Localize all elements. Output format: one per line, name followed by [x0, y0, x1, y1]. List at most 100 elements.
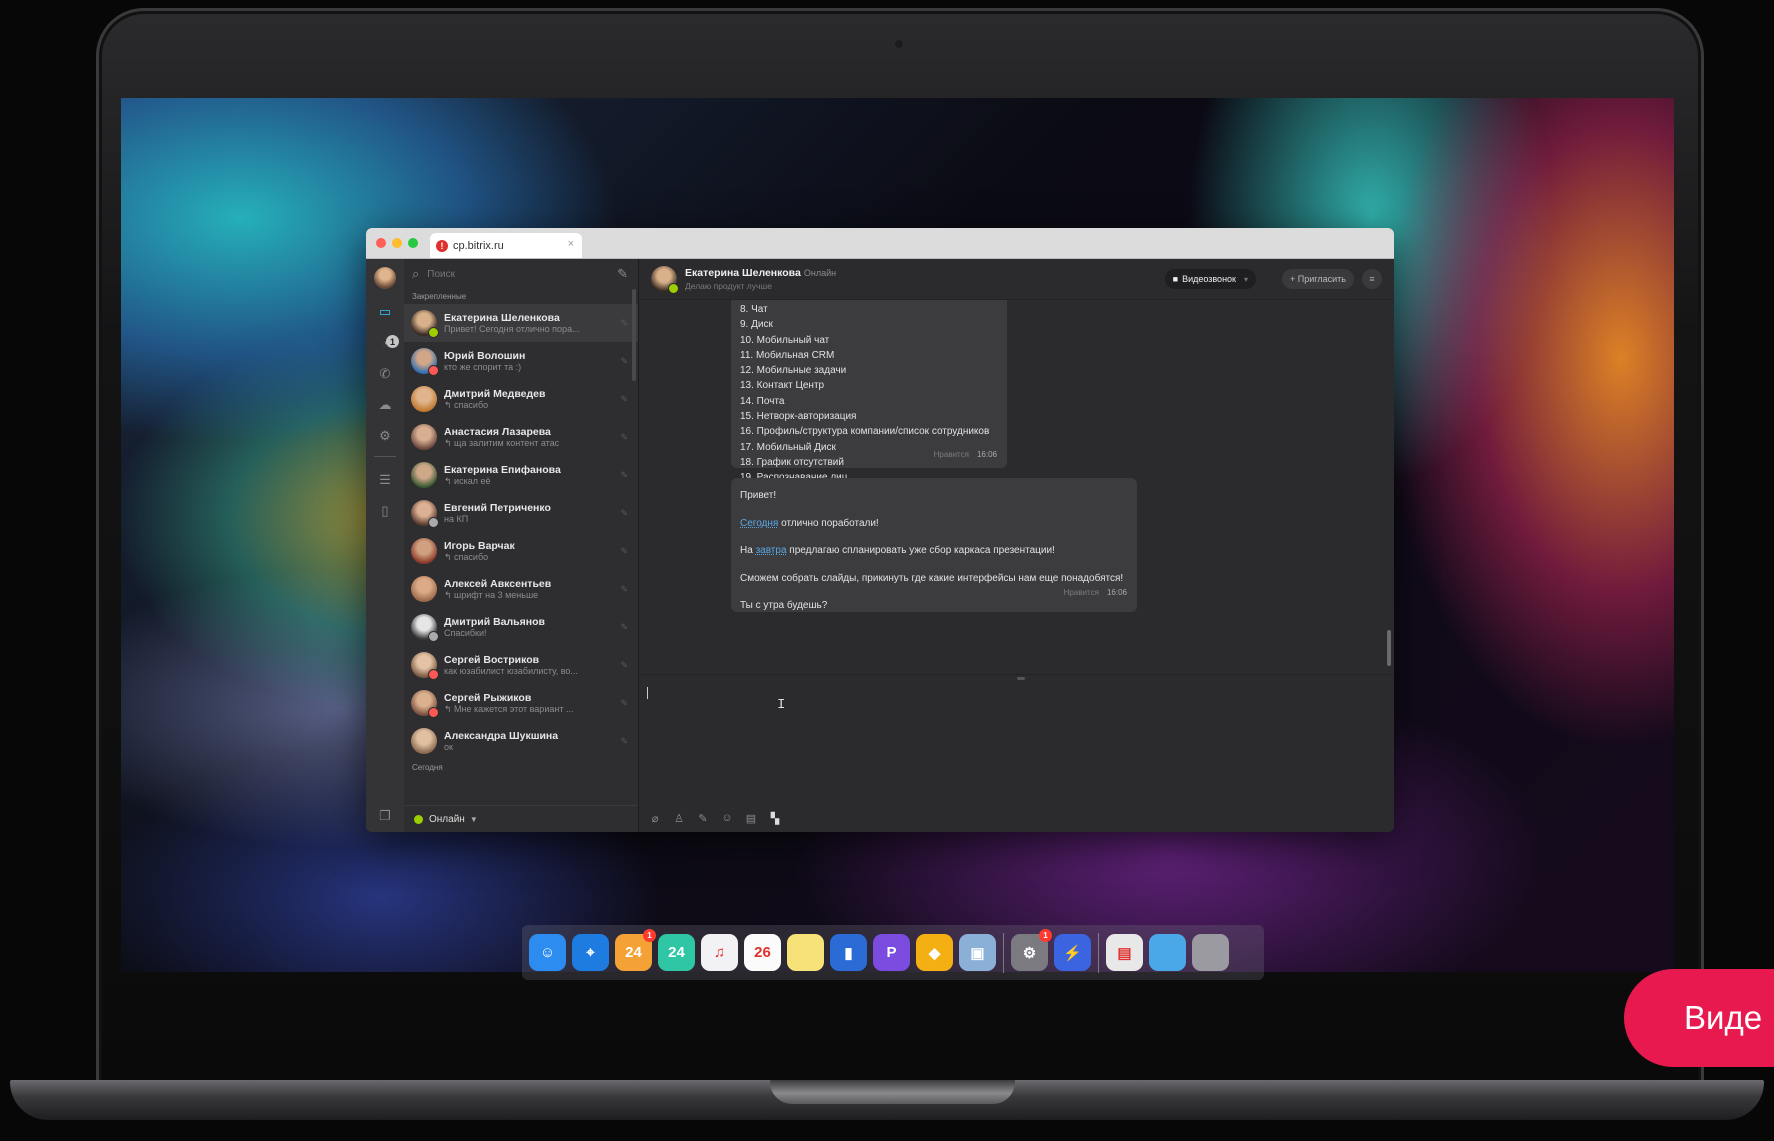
tab-title: cp.bitrix.ru [453, 239, 504, 252]
chat-bubbles-icon[interactable]: ▚ [767, 810, 783, 826]
reply-line-3: На завтра предлагаю спланировать уже сбо… [740, 537, 1128, 565]
notes-app-icon[interactable] [787, 934, 824, 971]
chat-list-item[interactable]: Екатерина Шеленкова Привет! Сегодня отлич… [404, 304, 638, 342]
dialog-menu-button[interactable]: ≡ [1362, 269, 1382, 289]
message-bubble-reply: Привет! Сегодня отлично поработали! На з… [731, 478, 1137, 612]
dock-glyph: ▣ [970, 944, 985, 962]
chat-list-item[interactable]: Юрий Волошин кто же спорит та :) ✎ [404, 342, 638, 380]
dock: ☺ ⌖ 24 1 24 ♫ 26 ▮ P ◆ ▣ ⚙ 1 ⚡ ▤ [522, 925, 1264, 980]
chat-list-item[interactable]: Евгений Петриченко на КП ✎ [404, 494, 638, 532]
pin-icon[interactable]: ✎ [620, 394, 628, 405]
tasks-icon[interactable]: ☰ [376, 472, 394, 488]
trash-icon[interactable] [1192, 934, 1229, 971]
pin-icon[interactable]: ✎ [620, 318, 628, 329]
messenger-app: ▭ ◔ 1 ✆ ☁ ⚙ ☰ ▯ ❐ ⌕ ✎ Закрепленные Екате… [366, 259, 1394, 832]
chat-icon[interactable]: ▭ [376, 304, 394, 320]
invite-button[interactable]: + Пригласить [1282, 269, 1354, 289]
close-window-button[interactable] [376, 238, 386, 248]
chat-list-scrollbar[interactable] [632, 289, 636, 381]
pin-icon[interactable]: ✎ [620, 736, 628, 747]
finder-app-icon[interactable]: ☺ [529, 934, 566, 971]
status-label: Онлайн [429, 813, 465, 825]
message-feed-scrollbar[interactable] [1387, 630, 1391, 666]
minimize-window-button[interactable] [392, 238, 402, 248]
date-link-today[interactable]: Сегодня [740, 518, 778, 529]
avatar [411, 728, 437, 754]
laptop-lip [770, 1080, 1015, 1104]
safari-app-icon[interactable]: ⌖ [572, 934, 609, 971]
windows-icon[interactable]: ❐ [379, 808, 391, 824]
phone-icon[interactable]: ✆ [376, 366, 394, 382]
zoom-window-button[interactable] [408, 238, 418, 248]
chat-items: Екатерина Шеленкова Привет! Сегодня отлич… [404, 304, 638, 760]
document-icon[interactable]: ▤ [743, 810, 759, 826]
pin-icon[interactable]: ✎ [620, 660, 628, 671]
status-footer[interactable]: Онлайн ▼ [404, 805, 638, 832]
document-app-icon[interactable]: ▤ [1106, 934, 1143, 971]
bookmark-icon[interactable]: ▯ [376, 503, 394, 519]
reply-greeting: Привет! [740, 490, 777, 501]
pixave-app-icon[interactable]: P [873, 934, 910, 971]
video-call-button[interactable]: ■ Видеозвонок ▾ [1164, 269, 1256, 289]
like-link[interactable]: Нравится [1064, 588, 1099, 597]
smile-icon[interactable]: ☺ [719, 810, 735, 826]
calendar-app-icon[interactable]: 26 [744, 934, 781, 971]
attach-icon[interactable]: ⌀ [647, 810, 663, 826]
keynote-app-icon[interactable]: ▮ [830, 934, 867, 971]
pin-icon[interactable]: ✎ [620, 622, 628, 633]
chat-list-item[interactable]: Анастасия Лазарева ↰ ща залитим контент а… [404, 418, 638, 456]
chat-list-item[interactable]: Сергей Рыжиков ↰ Мне кажется этот вариант… [404, 684, 638, 722]
bitrix24-app-icon[interactable]: 24 [658, 934, 695, 971]
reply-line-3-pre: На [740, 545, 756, 556]
dialog-name[interactable]: Екатерина Шеленкова [685, 267, 801, 279]
pin-icon[interactable]: ✎ [620, 432, 628, 443]
compose-icon[interactable]: ✎ [617, 266, 628, 282]
settings-icon[interactable]: ⚙ [376, 428, 394, 444]
chevron-down-icon[interactable]: ▾ [1244, 275, 1248, 284]
chat-name: Сергей Востриков [444, 654, 540, 666]
chat-last-message: ↰ Мне кажется этот вариант ... [444, 703, 574, 714]
chat-list-item[interactable]: Алексей Авксентьев ↰ шрифт на 3 меньше ✎ [404, 570, 638, 608]
chat-list-item[interactable]: Александра Шукшина ок ✎ [404, 722, 638, 760]
music-app-icon[interactable]: ♫ [701, 934, 738, 971]
chat-list-item[interactable]: Дмитрий Медведев ↰ спасибо ✎ [404, 380, 638, 418]
pin-icon[interactable]: ✎ [620, 356, 628, 367]
message-list-line: 13. Контакт Центр [740, 380, 825, 392]
dialog-avatar[interactable] [651, 266, 679, 294]
cloud-icon[interactable]: ☁ [376, 397, 394, 413]
system-preferences-app-icon[interactable]: ⚙ 1 [1011, 929, 1052, 971]
reeder-app-icon[interactable]: ⚡ [1054, 934, 1091, 971]
my-avatar[interactable] [374, 267, 396, 289]
resize-handle[interactable] [1016, 677, 1025, 680]
pin-icon[interactable]: ✎ [620, 470, 628, 481]
downloads-folder-icon[interactable] [1149, 934, 1186, 971]
tab-close-icon[interactable]: × [568, 238, 574, 250]
message-list-line: 14. Почта [740, 395, 785, 407]
message-bubble-list: 8. Чат 9. Диск 10. Мобильный чат 11. Мобиль… [731, 300, 1007, 483]
edit-icon[interactable]: ✎ [695, 810, 711, 826]
user-icon[interactable]: ♙ [671, 810, 687, 826]
pin-icon[interactable]: ✎ [620, 508, 628, 519]
like-link[interactable]: Нравится [934, 450, 969, 459]
section-pinned: Закрепленные [412, 292, 467, 301]
chat-list-item[interactable]: Дмитрий Вальянов Спасибки! ✎ [404, 608, 638, 646]
sketch-app-icon[interactable]: ◆ [916, 934, 953, 971]
notifications-icon[interactable]: ◔ 1 [376, 335, 399, 351]
input-toolbar: ⌀ ♙ ✎ ☺ ▤ ▚ [647, 810, 791, 826]
search-input[interactable] [425, 267, 580, 281]
chat-list-item[interactable]: Екатерина Епифанова ↰ искал её ✎ [404, 456, 638, 494]
video-button[interactable]: Виде [1624, 969, 1774, 1067]
pin-icon[interactable]: ✎ [620, 584, 628, 595]
chat-name: Александра Шукшина [444, 730, 559, 742]
preview-app-icon[interactable]: ▣ [959, 934, 996, 971]
bitrix24-chat-app-icon[interactable]: 24 1 [615, 929, 656, 971]
dialog-panel: Екатерина Шеленкова Онлайн Делаю продукт … [639, 259, 1394, 832]
browser-tab[interactable]: ! cp.bitrix.ru × [430, 233, 582, 258]
pin-icon[interactable]: ✎ [620, 546, 628, 557]
chat-list-item[interactable]: Игорь Варчак ↰ спасибо ✎ [404, 532, 638, 570]
pin-icon[interactable]: ✎ [620, 698, 628, 709]
message-input-area[interactable]: I ⌀ ♙ ✎ ☺ ▤ ▚ [639, 674, 1394, 832]
chat-list-item[interactable]: Сергей Востриков как юзабилист юзабилисту… [404, 646, 638, 684]
status-dot [428, 327, 439, 338]
date-link-tomorrow[interactable]: завтра [756, 545, 787, 556]
